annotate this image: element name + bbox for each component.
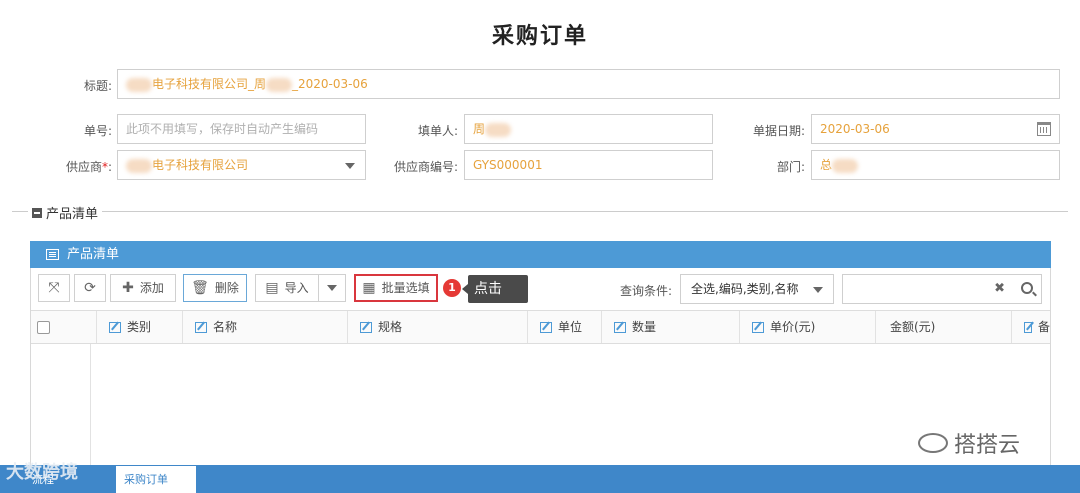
column-label: 数量 — [632, 320, 657, 334]
column-header[interactable]: 类别 — [96, 311, 182, 343]
select-all-cell — [31, 311, 91, 343]
column-header[interactable]: 备 — [1011, 311, 1050, 343]
fullscreen-button[interactable]: ⤧ — [38, 274, 70, 302]
chevron-down-icon — [813, 287, 823, 293]
clear-icon[interactable]: ✖ — [994, 281, 1005, 296]
import-dropdown-button[interactable] — [318, 274, 346, 302]
query-select-value: 全选,编码,类别,名称 — [691, 282, 799, 296]
column-label: 类别 — [127, 320, 152, 334]
column-label: 备 — [1037, 320, 1050, 334]
caret-down-icon — [327, 285, 337, 291]
edit-icon — [109, 321, 121, 333]
column-label: 单价(元) — [770, 320, 816, 334]
column-label: 名称 — [213, 320, 238, 334]
task-tab-purchase-order[interactable]: 采购订单 — [116, 466, 196, 493]
query-label: 查询条件: — [620, 284, 673, 298]
column-header[interactable]: 单价(元) — [739, 311, 875, 343]
step-badge: 1 — [443, 279, 461, 297]
redacted-mark — [832, 158, 859, 173]
title-value: 电子科技有限公司_周 — [152, 77, 267, 91]
order-no-input[interactable]: 此项不用填写，保存时自动产生编码 — [117, 114, 366, 144]
page-title: 采购订单 — [491, 24, 588, 49]
refresh-button[interactable]: ⟳ — [74, 274, 106, 302]
dept-label: 部门: — [776, 160, 805, 174]
supplier-select[interactable]: 电子科技有限公司 — [117, 150, 366, 180]
grid-column-divider — [90, 344, 91, 466]
title-field[interactable]: 电子科技有限公司_周 _2020-03-06 — [117, 69, 1060, 99]
calendar-icon[interactable] — [1037, 122, 1051, 136]
brand-name: 搭搭云 — [954, 433, 1021, 458]
section-legend[interactable]: 产品清单 — [28, 203, 103, 222]
column-header[interactable]: 单位 — [527, 311, 601, 343]
search-icon[interactable] — [1021, 282, 1033, 294]
add-button-label: 添加 — [139, 281, 164, 295]
filler-label: 填单人: — [417, 124, 458, 138]
delete-button-label: 删除 — [214, 281, 239, 295]
wechat-icon — [918, 433, 948, 453]
select-all-checkbox[interactable] — [37, 320, 50, 334]
batch-fill-button[interactable]: ▦ 批量选填 — [354, 274, 438, 302]
column-header[interactable]: 名称 — [182, 311, 347, 343]
edit-icon — [195, 321, 207, 333]
delete-button[interactable]: 🗑 删除 — [183, 274, 247, 302]
trash-icon: 🗑 — [191, 280, 209, 296]
date-value: 2020-03-06 — [820, 122, 890, 136]
refresh-icon: ⟳ — [84, 280, 96, 296]
list-icon — [46, 249, 59, 260]
dept-field[interactable]: 总 — [811, 150, 1060, 180]
panel-title: 产品清单 — [67, 247, 120, 262]
supplier-no-label: 供应商编号: — [393, 160, 458, 174]
import-button[interactable]: ▤ 导入 — [255, 274, 319, 302]
supplier-label-text: 供应商 — [65, 160, 102, 174]
column-label: 单位 — [558, 320, 583, 334]
title-date: _2020-03-06 — [292, 77, 368, 91]
edit-icon — [614, 321, 626, 333]
redacted-mark — [126, 158, 152, 173]
date-field[interactable]: 2020-03-06 — [811, 114, 1060, 144]
filler-field[interactable]: 周 — [464, 114, 713, 144]
column-label: 金额(元) — [890, 320, 936, 334]
title-label: 标题: — [83, 79, 112, 93]
redacted-mark — [126, 77, 152, 92]
column-header[interactable]: 规格 — [347, 311, 527, 343]
click-tooltip: 点击 — [462, 275, 528, 303]
chevron-down-icon — [345, 163, 355, 169]
expand-icon: ⤧ — [48, 280, 60, 296]
column-header[interactable]: 数量 — [601, 311, 739, 343]
edit-icon — [752, 321, 764, 333]
query-input[interactable]: ✖ — [842, 274, 1042, 304]
edit-icon — [360, 321, 372, 333]
supplier-no-field[interactable]: GYS000001 — [464, 150, 713, 180]
edit-icon — [1024, 321, 1032, 333]
redacted-mark — [485, 122, 512, 137]
supplier-label: 供应商*: — [50, 158, 112, 175]
table-icon: ▦ — [362, 280, 376, 296]
query-select[interactable]: 全选,编码,类别,名称 — [680, 274, 834, 304]
collapse-icon[interactable] — [32, 207, 42, 218]
section-legend-text: 产品清单 — [46, 207, 99, 222]
supplier-label-colon: : — [107, 160, 112, 174]
column-label: 规格 — [378, 320, 403, 334]
filler-value: 周 — [473, 122, 486, 136]
date-label: 单据日期: — [752, 124, 805, 138]
supplier-value: 电子科技有限公司 — [152, 158, 249, 172]
order-no-label: 单号: — [83, 124, 112, 138]
section-divider — [12, 211, 1068, 212]
plus-icon: ✚ — [122, 280, 134, 296]
brand-watermark: 搭搭云 — [918, 427, 1020, 459]
redacted-mark — [266, 77, 293, 92]
dept-value: 总 — [820, 158, 833, 172]
edit-icon — [540, 321, 552, 333]
panel-header: 产品清单 — [30, 241, 1051, 268]
import-button-label: 导入 — [284, 281, 309, 295]
batch-fill-label: 批量选填 — [381, 281, 430, 295]
overlay-watermark: 大数跨境 — [6, 462, 78, 483]
excel-icon: ▤ — [265, 280, 279, 296]
add-button[interactable]: ✚ 添加 — [110, 274, 176, 302]
column-header[interactable]: 金额(元) — [875, 311, 1011, 343]
grid-header: 类别 名称 规格 单位 数量 单价(元) 金额(元) 备 — [31, 310, 1050, 344]
